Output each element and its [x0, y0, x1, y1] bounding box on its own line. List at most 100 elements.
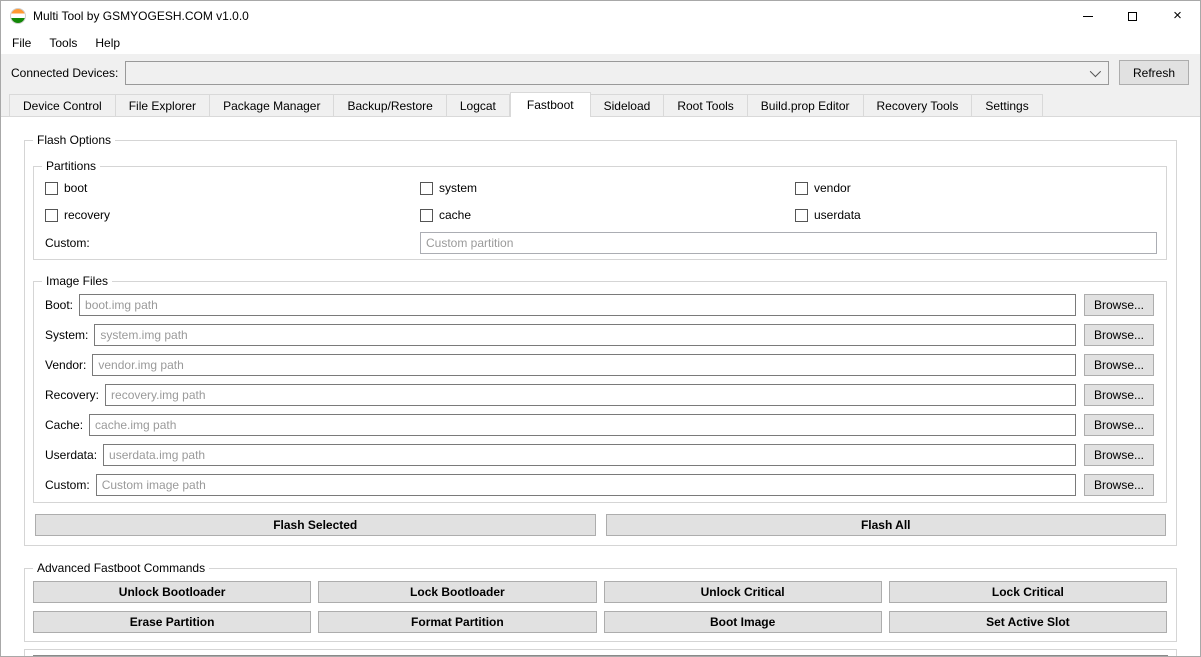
userdata-browse-button[interactable]: Browse...: [1084, 444, 1154, 466]
system-image-input[interactable]: [94, 324, 1076, 346]
image-files-rows: Boot: Browse... System: Browse... Vendor…: [34, 282, 1166, 496]
menu-tools[interactable]: Tools: [40, 33, 86, 53]
vendor-image-row: Vendor: Browse...: [45, 354, 1154, 376]
checkbox-system[interactable]: system: [420, 181, 795, 195]
window-title: Multi Tool by GSMYOGESH.COM v1.0.0: [33, 9, 249, 23]
checkbox-recovery-label: recovery: [64, 208, 110, 222]
unlock-critical-button[interactable]: Unlock Critical: [604, 581, 882, 603]
set-active-slot-button[interactable]: Set Active Slot: [889, 611, 1167, 633]
refresh-button[interactable]: Refresh: [1119, 60, 1189, 85]
checkbox-userdata[interactable]: userdata: [795, 208, 1166, 222]
checkbox-recovery[interactable]: recovery: [45, 208, 420, 222]
system-image-row: System: Browse...: [45, 324, 1154, 346]
checkbox-boot[interactable]: boot: [45, 181, 420, 195]
minimize-icon: [1083, 16, 1093, 17]
vendor-image-input[interactable]: [92, 354, 1076, 376]
minimize-button[interactable]: [1065, 1, 1110, 31]
system-browse-button[interactable]: Browse...: [1084, 324, 1154, 346]
tab-file-explorer[interactable]: File Explorer: [116, 94, 210, 116]
advanced-fastboot-title: Advanced Fastboot Commands: [33, 561, 209, 575]
partitions-title: Partitions: [42, 159, 100, 173]
checkbox-icon: [420, 182, 433, 195]
recovery-image-label: Recovery:: [45, 388, 99, 402]
custom-image-input[interactable]: [96, 474, 1076, 496]
window-controls: ×: [1065, 1, 1200, 31]
checkbox-userdata-label: userdata: [814, 208, 861, 222]
checkbox-vendor-label: vendor: [814, 181, 851, 195]
custom-partition-label: Custom:: [45, 236, 420, 250]
titlebar: Multi Tool by GSMYOGESH.COM v1.0.0 ×: [1, 1, 1200, 31]
flash-options-group: Flash Options Partitions boot system ven…: [24, 140, 1177, 546]
flash-options-title: Flash Options: [33, 133, 115, 147]
advanced-buttons-grid: Unlock Bootloader Lock Bootloader Unlock…: [33, 581, 1167, 633]
checkbox-system-label: system: [439, 181, 477, 195]
checkbox-boot-label: boot: [64, 181, 87, 195]
checkbox-cache[interactable]: cache: [420, 208, 795, 222]
menu-help[interactable]: Help: [86, 33, 129, 53]
tab-bar: Device Control File Explorer Package Man…: [1, 91, 1200, 116]
boot-image-button[interactable]: Boot Image: [604, 611, 882, 633]
connected-devices-row: Connected Devices: Refresh: [1, 54, 1200, 91]
custom-image-label: Custom:: [45, 478, 90, 492]
userdata-image-input[interactable]: [103, 444, 1076, 466]
connected-devices-select[interactable]: [125, 61, 1109, 85]
tab-backup-restore[interactable]: Backup/Restore: [334, 94, 446, 116]
recovery-image-input[interactable]: [105, 384, 1076, 406]
tab-package-manager[interactable]: Package Manager: [210, 94, 334, 116]
custom-image-row: Custom: Browse...: [45, 474, 1154, 496]
boot-image-label: Boot:: [45, 298, 73, 312]
lock-critical-button[interactable]: Lock Critical: [889, 581, 1167, 603]
custom-browse-button[interactable]: Browse...: [1084, 474, 1154, 496]
tab-buildprop-editor[interactable]: Build.prop Editor: [748, 94, 864, 116]
tab-fastboot[interactable]: Fastboot: [510, 92, 591, 117]
vendor-browse-button[interactable]: Browse...: [1084, 354, 1154, 376]
recovery-image-row: Recovery: Browse...: [45, 384, 1154, 406]
recovery-browse-button[interactable]: Browse...: [1084, 384, 1154, 406]
lock-bootloader-button[interactable]: Lock Bootloader: [318, 581, 596, 603]
custom-partition-input[interactable]: [420, 232, 1157, 254]
boot-browse-button[interactable]: Browse...: [1084, 294, 1154, 316]
close-icon: ×: [1173, 11, 1182, 21]
boot-image-row: Boot: Browse...: [45, 294, 1154, 316]
boot-image-input[interactable]: [79, 294, 1076, 316]
app-window: Multi Tool by GSMYOGESH.COM v1.0.0 × Fil…: [0, 0, 1201, 657]
maximize-icon: [1128, 12, 1137, 21]
flash-actions-row: Flash Selected Flash All: [35, 514, 1166, 536]
cache-image-label: Cache:: [45, 418, 83, 432]
erase-partition-button[interactable]: Erase Partition: [33, 611, 311, 633]
maximize-button[interactable]: [1110, 1, 1155, 31]
checkbox-icon: [795, 209, 808, 222]
system-image-label: System:: [45, 328, 88, 342]
image-files-group: Image Files Boot: Browse... System: Brow…: [33, 281, 1167, 503]
format-partition-button[interactable]: Format Partition: [318, 611, 596, 633]
cache-browse-button[interactable]: Browse...: [1084, 414, 1154, 436]
partitions-group: Partitions boot system vendor recovery c…: [33, 166, 1167, 260]
cache-image-input[interactable]: [89, 414, 1076, 436]
checkbox-icon: [45, 182, 58, 195]
chevron-down-icon: [1090, 65, 1101, 76]
menubar: File Tools Help: [1, 31, 1200, 54]
tab-logcat[interactable]: Logcat: [447, 94, 510, 116]
checkbox-cache-label: cache: [439, 208, 471, 222]
tab-recovery-tools[interactable]: Recovery Tools: [864, 94, 973, 116]
checkbox-icon: [795, 182, 808, 195]
flash-selected-button[interactable]: Flash Selected: [35, 514, 596, 536]
userdata-image-label: Userdata:: [45, 448, 97, 462]
checkbox-vendor[interactable]: vendor: [795, 181, 1166, 195]
connected-devices-label: Connected Devices:: [11, 66, 118, 80]
close-button[interactable]: ×: [1155, 1, 1200, 31]
tab-device-control[interactable]: Device Control: [9, 94, 116, 116]
cache-image-row: Cache: Browse...: [45, 414, 1154, 436]
checkbox-icon: [45, 209, 58, 222]
tab-root-tools[interactable]: Root Tools: [664, 94, 747, 116]
vendor-image-label: Vendor:: [45, 358, 86, 372]
partitions-checkbox-grid: boot system vendor recovery cache userda…: [45, 181, 1166, 222]
menu-file[interactable]: File: [3, 33, 40, 53]
tab-sideload[interactable]: Sideload: [591, 94, 665, 116]
unlock-bootloader-button[interactable]: Unlock Bootloader: [33, 581, 311, 603]
toolbar-strip: Connected Devices: Refresh Device Contro…: [1, 54, 1200, 116]
userdata-image-row: Userdata: Browse...: [45, 444, 1154, 466]
output-log-group: [24, 649, 1177, 657]
flash-all-button[interactable]: Flash All: [606, 514, 1167, 536]
tab-settings[interactable]: Settings: [972, 94, 1042, 116]
